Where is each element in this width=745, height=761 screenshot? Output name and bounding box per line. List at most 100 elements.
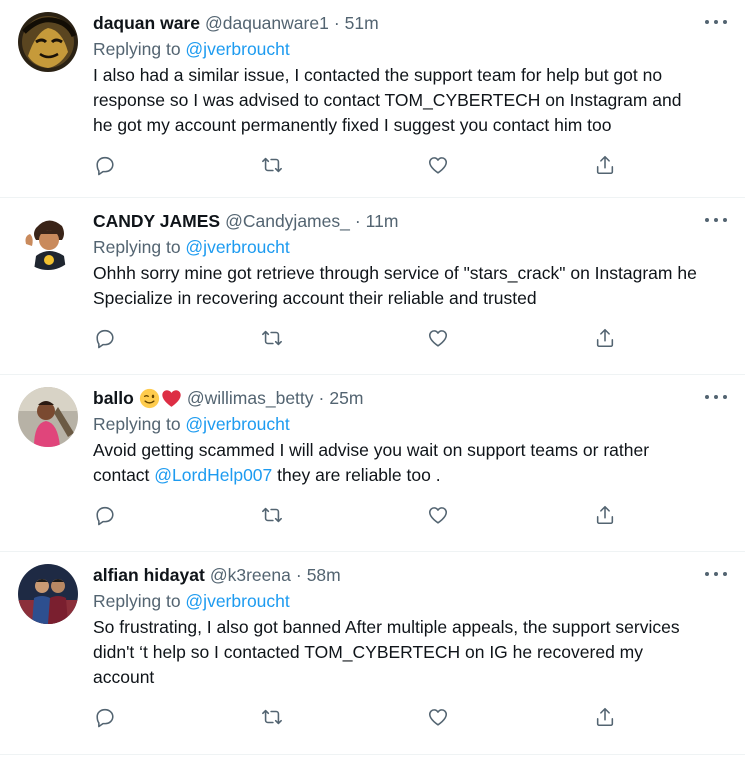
- tweet[interactable]: alfian hidayat @k3reena · 58m Replying t…: [0, 552, 745, 755]
- more-dot-icon: [714, 20, 718, 24]
- avatar-alfian-image: [18, 564, 78, 624]
- like-button[interactable]: [426, 326, 450, 350]
- user-handle[interactable]: @daquanware1: [205, 11, 329, 35]
- retweet-icon: [261, 330, 282, 346]
- separator: ·: [295, 565, 302, 585]
- reply-button[interactable]: [93, 503, 117, 527]
- more-options-button[interactable]: [705, 212, 727, 228]
- replying-to: Replying to @jverbroucht: [93, 589, 701, 613]
- user-handle[interactable]: @willimas_betty: [187, 386, 314, 410]
- more-dot-icon: [705, 20, 709, 24]
- separator: ·: [333, 13, 340, 33]
- timestamp[interactable]: 25m: [329, 386, 363, 410]
- tweet-actions: [93, 503, 617, 527]
- tweet-actions: [93, 705, 617, 729]
- reply-feed: daquan ware @daquanware1 · 51m Replying …: [0, 0, 745, 755]
- avatar[interactable]: [18, 12, 78, 72]
- tweet[interactable]: ballo @willimas_betty · 25m Replying to …: [0, 375, 745, 552]
- reply-button[interactable]: [93, 705, 117, 729]
- more-dot-icon: [714, 218, 718, 222]
- tweet-text: So frustrating, I also got banned After …: [93, 615, 701, 690]
- replying-mention[interactable]: @jverbroucht: [185, 39, 289, 59]
- tweet-header: CANDY JAMES @Candyjames_ · 11m: [93, 209, 701, 233]
- more-dot-icon: [723, 20, 727, 24]
- avatar[interactable]: [18, 210, 78, 270]
- more-dot-icon: [723, 572, 727, 576]
- replying-mention[interactable]: @jverbroucht: [185, 237, 289, 257]
- timestamp[interactable]: 58m: [307, 563, 341, 587]
- share-button[interactable]: [593, 326, 617, 350]
- retweet-icon: [261, 709, 282, 725]
- avatar-candy-image: [18, 210, 78, 270]
- more-dot-icon: [723, 395, 727, 399]
- red-heart-icon: [162, 389, 181, 407]
- retweet-button[interactable]: [260, 503, 284, 527]
- replying-mention[interactable]: @jverbroucht: [185, 591, 289, 611]
- more-options-button[interactable]: [705, 389, 727, 405]
- tweet-header: daquan ware @daquanware1 · 51m: [93, 11, 701, 35]
- more-dot-icon: [705, 572, 709, 576]
- retweet-button[interactable]: [260, 153, 284, 177]
- replying-to: Replying to @jverbroucht: [93, 412, 701, 436]
- tweet-text: Ohhh sorry mine got retrieve through ser…: [93, 261, 701, 311]
- user-handle[interactable]: @Candyjames_: [225, 209, 350, 233]
- avatar[interactable]: [18, 564, 78, 624]
- timestamp[interactable]: 51m: [345, 11, 379, 35]
- more-options-button[interactable]: [705, 14, 727, 30]
- reply-icon: [96, 708, 114, 728]
- retweet-button[interactable]: [260, 326, 284, 350]
- share-button[interactable]: [593, 153, 617, 177]
- tweet-text-part: So frustrating, I also got banned After …: [93, 617, 680, 687]
- avatar-ballo-image: [18, 387, 78, 447]
- like-icon: [429, 330, 448, 347]
- retweet-button[interactable]: [260, 705, 284, 729]
- replying-prefix: Replying to: [93, 39, 186, 59]
- more-options-button[interactable]: [705, 566, 727, 582]
- replying-prefix: Replying to: [93, 237, 186, 257]
- replying-prefix: Replying to: [93, 414, 186, 434]
- tweet-actions: [93, 326, 617, 350]
- winking-face-icon: [139, 388, 159, 408]
- more-dot-icon: [723, 218, 727, 222]
- tweet-text-part: Ohhh sorry mine got retrieve through ser…: [93, 263, 697, 308]
- like-icon: [429, 507, 448, 524]
- more-dot-icon: [705, 218, 709, 222]
- name-emojis: [139, 388, 183, 409]
- share-button[interactable]: [593, 705, 617, 729]
- share-icon: [596, 505, 614, 525]
- reply-button[interactable]: [93, 326, 117, 350]
- share-icon: [596, 155, 614, 175]
- timestamp[interactable]: 11m: [366, 209, 399, 233]
- mention-link[interactable]: @LordHelp007: [154, 465, 272, 485]
- tweet-header: alfian hidayat @k3reena · 58m: [93, 563, 701, 587]
- retweet-icon: [261, 507, 282, 523]
- like-button[interactable]: [426, 503, 450, 527]
- replying-to: Replying to @jverbroucht: [93, 235, 701, 259]
- more-dot-icon: [714, 395, 718, 399]
- avatar[interactable]: [18, 387, 78, 447]
- replying-to: Replying to @jverbroucht: [93, 37, 701, 61]
- like-icon: [429, 157, 448, 174]
- share-button[interactable]: [593, 503, 617, 527]
- tweet-actions: [93, 153, 617, 177]
- reply-icon: [96, 506, 114, 526]
- separator: ·: [318, 388, 325, 408]
- tweet[interactable]: daquan ware @daquanware1 · 51m Replying …: [0, 0, 745, 198]
- like-button[interactable]: [426, 705, 450, 729]
- retweet-icon: [261, 157, 282, 173]
- display-name[interactable]: daquan ware: [93, 11, 200, 35]
- display-name[interactable]: alfian hidayat: [93, 563, 205, 587]
- tweet-text-part: they are reliable too .: [272, 465, 441, 485]
- tweet-text: I also had a similar issue, I contacted …: [93, 63, 701, 138]
- like-button[interactable]: [426, 153, 450, 177]
- tweet[interactable]: CANDY JAMES @Candyjames_ · 11m Replying …: [0, 198, 745, 375]
- like-icon: [429, 709, 448, 726]
- display-name[interactable]: CANDY JAMES: [93, 209, 220, 233]
- more-dot-icon: [714, 572, 718, 576]
- share-icon: [596, 328, 614, 348]
- replying-mention[interactable]: @jverbroucht: [185, 414, 289, 434]
- reply-button[interactable]: [93, 153, 117, 177]
- display-name[interactable]: ballo: [93, 386, 134, 410]
- user-handle[interactable]: @k3reena: [210, 563, 291, 587]
- more-dot-icon: [705, 395, 709, 399]
